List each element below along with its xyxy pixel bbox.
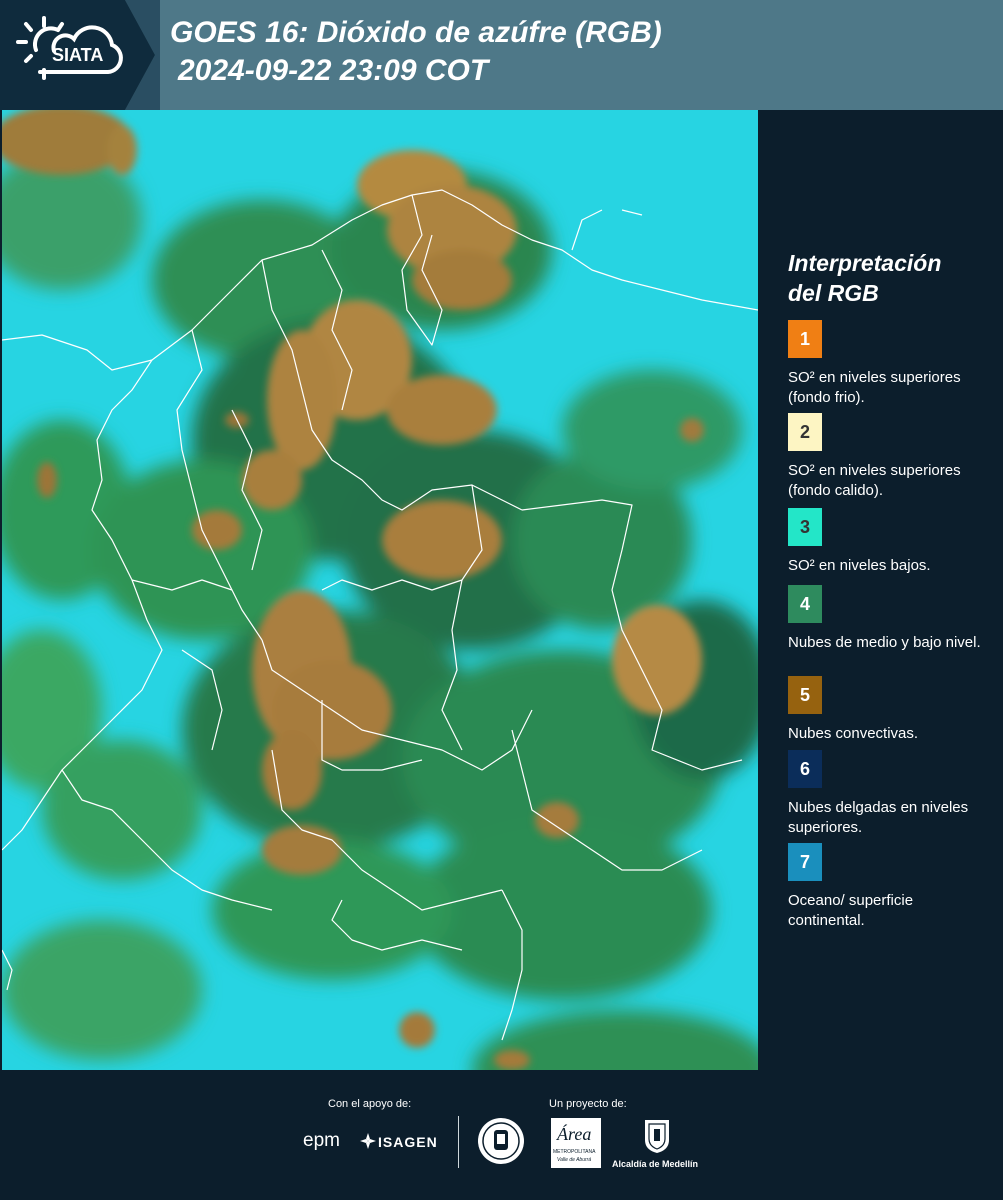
footer-divider xyxy=(458,1116,459,1168)
legend-label-4: Nubes de medio y bajo nivel. xyxy=(788,634,981,651)
header-bar: SIATA GOES 16: Dióxido de azúfre (RGB) 2… xyxy=(0,0,1003,110)
area-metropolitana-title: Área xyxy=(557,1124,592,1144)
legend-title-line-1: Interpretación xyxy=(788,250,942,276)
alcaldia-crest-icon xyxy=(643,1118,671,1154)
legend-swatch-5: 5 xyxy=(788,676,822,714)
project-label: Un proyecto de: xyxy=(549,1098,627,1110)
siata-logo: SIATA xyxy=(0,0,160,110)
legend-swatch-2: 2 xyxy=(788,413,822,451)
legend-label-7: Oceano/ superficie continental. xyxy=(788,892,914,929)
legend-item-3: 3 SO² en niveles bajos. xyxy=(788,508,988,576)
legend-item-4: 4 Nubes de medio y bajo nivel. xyxy=(788,585,988,653)
epm-logo: epm xyxy=(303,1130,340,1151)
support-label: Con el apoyo de: xyxy=(328,1098,412,1110)
legend-swatch-3: 3 xyxy=(788,508,822,546)
medellin-seal-icon xyxy=(476,1116,526,1166)
legend-num-2: 2 xyxy=(799,421,810,442)
legend-num-6: 6 xyxy=(799,758,810,779)
page-title: GOES 16: Dióxido de azúfre (RGB) 2024-09… xyxy=(170,14,662,90)
legend-label-5: Nubes convectivas. xyxy=(788,725,919,742)
isagen-logo: ISAGEN xyxy=(378,1134,438,1150)
legend-item-1: 1 SO² en niveles superiores (fondo frio)… xyxy=(788,320,988,408)
area-metropolitana-sub: METROPOLITANA xyxy=(553,1149,596,1155)
title-line-1: GOES 16: Dióxido de azúfre (RGB) xyxy=(170,16,662,49)
legend-label-1: SO² en niveles superiores (fondo frio). xyxy=(788,369,961,406)
legend-panel: Interpretación del RGB 1 SO² en niveles … xyxy=(760,110,1003,1070)
legend-label-6: Nubes delgadas en niveles superiores. xyxy=(788,799,969,836)
legend-item-2: 2 SO² en niveles superiores (fondo calid… xyxy=(788,413,988,501)
legend-swatch-6: 6 xyxy=(788,750,822,788)
legend-swatch-7: 7 xyxy=(788,843,822,881)
legend-num-7: 7 xyxy=(799,851,810,872)
title-line-2: 2024-09-22 23:09 COT xyxy=(178,54,489,87)
legend-num-4: 4 xyxy=(799,593,810,614)
isagen-icon xyxy=(360,1133,376,1149)
area-metropolitana-logo: Área METROPOLITANA Valle de Aburrá xyxy=(551,1118,601,1168)
legend-num-3: 3 xyxy=(799,516,810,537)
legend-label-2: SO² en niveles superiores (fondo calido)… xyxy=(788,462,961,499)
logo-text: SIATA xyxy=(52,45,103,65)
legend-num-5: 5 xyxy=(799,684,810,705)
legend-title-line-2: del RGB xyxy=(788,280,879,306)
satellite-map xyxy=(0,105,772,1130)
legend-item-5: 5 Nubes convectivas. xyxy=(788,676,988,744)
legend-title: Interpretación del RGB xyxy=(788,248,988,308)
area-metropolitana-sub2: Valle de Aburrá xyxy=(557,1157,592,1163)
legend-num-1: 1 xyxy=(799,328,810,349)
legend-item-6: 6 Nubes delgadas en niveles superiores. xyxy=(788,750,988,838)
legend-item-7: 7 Oceano/ superficie continental. xyxy=(788,843,988,931)
footer: Con el apoyo de: Un proyecto de: epm ISA… xyxy=(0,1070,1003,1200)
legend-swatch-4: 4 xyxy=(788,585,822,623)
legend-swatch-1: 1 xyxy=(788,320,822,358)
legend-label-3: SO² en niveles bajos. xyxy=(788,557,931,574)
alcaldia-label: Alcaldía de Medellín xyxy=(612,1159,699,1169)
